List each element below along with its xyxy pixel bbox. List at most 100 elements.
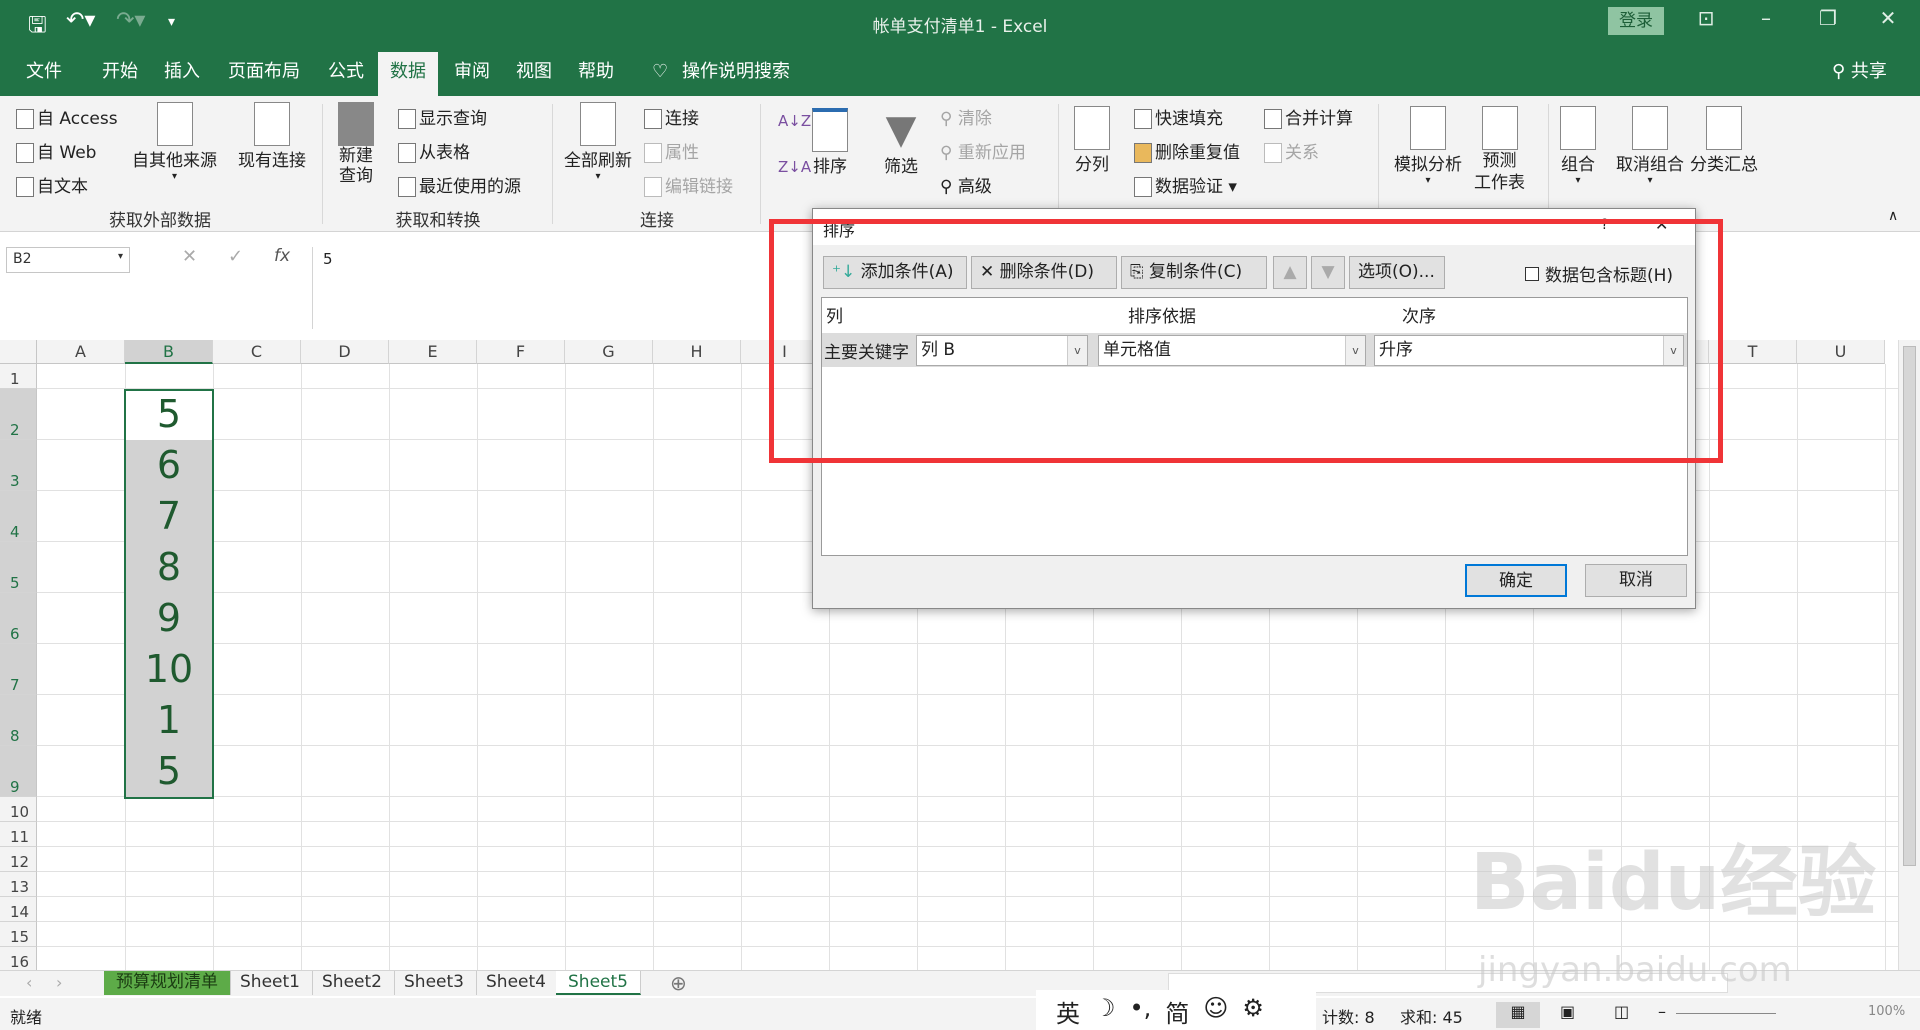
sheet-tab[interactable]: Sheet3 xyxy=(392,971,477,995)
row-header-3[interactable]: 3 xyxy=(0,440,37,491)
ime-simplified[interactable]: 简 xyxy=(1165,994,1189,1028)
tab-file[interactable]: 文件 xyxy=(14,52,74,96)
row-header-9[interactable]: 9 xyxy=(0,746,37,797)
page-break-view-icon[interactable]: ◫ xyxy=(1614,1002,1629,1021)
minimize-icon[interactable]: – xyxy=(1746,6,1786,30)
cancel-button[interactable]: 取消 xyxy=(1585,564,1687,597)
emoji-icon[interactable]: ☺ xyxy=(1203,994,1228,1026)
from-table-button[interactable]: 从表格 xyxy=(398,138,470,163)
moon-icon[interactable]: ☽ xyxy=(1094,994,1116,1026)
column-header-E[interactable]: E xyxy=(389,340,477,364)
tab-home[interactable]: 开始 xyxy=(90,52,150,96)
filter-button[interactable]: ▼ 筛选 xyxy=(884,108,918,177)
from-text-button[interactable]: 自文本 xyxy=(16,172,88,197)
ungroup-button[interactable]: 取消组合 ▾ xyxy=(1616,106,1684,186)
other-sources-button[interactable]: 自其他来源 ▾ xyxy=(132,102,217,182)
row-header-15[interactable]: 15 xyxy=(0,922,37,947)
scroll-thumb[interactable] xyxy=(1903,346,1916,866)
normal-view-icon[interactable]: ▦ xyxy=(1496,1002,1540,1028)
ime-toolbar[interactable]: 英 ☽ •, 简 ☺ ⚙ xyxy=(1036,990,1316,1030)
advanced-filter-button[interactable]: ⚲ 高级 xyxy=(940,172,992,197)
sheet-tab[interactable]: Sheet5 xyxy=(556,971,641,995)
row-header-11[interactable]: 11 xyxy=(0,822,37,847)
settings-icon[interactable]: ⚙ xyxy=(1242,994,1264,1026)
from-access-button[interactable]: 自 Access xyxy=(16,104,118,129)
ime-english[interactable]: 英 xyxy=(1056,994,1080,1028)
next-sheet-icon[interactable]: › xyxy=(56,973,62,992)
data-validation-button[interactable]: 数据验证 ▾ xyxy=(1134,172,1237,197)
recent-sources-button[interactable]: 最近使用的源 xyxy=(398,172,521,197)
row-header-4[interactable]: 4 xyxy=(0,491,37,542)
row-header-16[interactable]: 16 xyxy=(0,947,37,972)
consolidate-button[interactable]: 合并计算 xyxy=(1264,104,1353,129)
share-button[interactable]: ⚲ 共享 xyxy=(1820,52,1899,96)
zoom-out-icon[interactable]: – xyxy=(1658,1002,1666,1021)
punctuation-icon[interactable]: •, xyxy=(1130,994,1152,1026)
tab-data[interactable]: 数据 xyxy=(378,52,438,96)
close-icon[interactable]: ✕ xyxy=(1868,6,1908,30)
from-web-button[interactable]: 自 Web xyxy=(16,138,96,163)
properties-button[interactable]: 属性 xyxy=(644,138,699,163)
connections-button[interactable]: 连接 xyxy=(644,104,699,129)
column-header-B[interactable]: B xyxy=(125,340,213,364)
restore-icon[interactable]: ❐ xyxy=(1808,6,1848,30)
sort-button[interactable]: 排序 xyxy=(812,108,848,177)
column-header-H[interactable]: H xyxy=(653,340,741,364)
sheet-tab[interactable]: Sheet1 xyxy=(228,971,313,995)
login-button[interactable]: 登录 xyxy=(1608,7,1664,35)
column-header-F[interactable]: F xyxy=(477,340,565,364)
tab-view[interactable]: 视图 xyxy=(504,52,564,96)
row-header-14[interactable]: 14 xyxy=(0,897,37,922)
relationships-button[interactable]: 关系 xyxy=(1264,138,1319,163)
text-to-columns-button[interactable]: 分列 xyxy=(1074,106,1110,175)
row-header-1[interactable]: 1 xyxy=(0,364,37,389)
column-header-C[interactable]: C xyxy=(213,340,301,364)
tab-insert[interactable]: 插入 xyxy=(152,52,212,96)
name-box[interactable]: B2 ▾ xyxy=(6,247,130,273)
row-header-7[interactable]: 7 xyxy=(0,644,37,695)
row-header-5[interactable]: 5 xyxy=(0,542,37,593)
forecast-sheet-button[interactable]: 预测 工作表 xyxy=(1474,106,1525,194)
group-button[interactable]: 组合 ▾ xyxy=(1560,106,1596,186)
new-query-button[interactable]: 新建 查询 xyxy=(338,102,374,186)
sheet-tab[interactable]: Sheet4 xyxy=(474,971,559,995)
vertical-scrollbar[interactable] xyxy=(1898,340,1920,970)
zoom-slider[interactable] xyxy=(1676,1013,1776,1014)
sheet-tab[interactable]: Sheet2 xyxy=(310,971,395,995)
column-header-G[interactable]: G xyxy=(565,340,653,364)
row-header-6[interactable]: 6 xyxy=(0,593,37,644)
refresh-all-button[interactable]: 全部刷新 ▾ xyxy=(564,102,632,182)
row-header-10[interactable]: 10 xyxy=(0,797,37,822)
column-header-U[interactable]: U xyxy=(1797,340,1885,364)
tab-formulas[interactable]: 公式 xyxy=(316,52,376,96)
what-if-button[interactable]: 模拟分析 ▾ xyxy=(1394,106,1462,186)
cancel-icon[interactable]: ✕ xyxy=(182,246,197,267)
row-header-12[interactable]: 12 xyxy=(0,847,37,872)
collapse-ribbon-icon[interactable]: ∧ xyxy=(1888,208,1898,224)
prev-sheet-icon[interactable]: ‹ xyxy=(26,973,32,992)
sort-z-a-icon[interactable]: Z↓A xyxy=(778,158,811,176)
tell-me-search[interactable]: 操作说明搜索 xyxy=(670,52,802,96)
clear-filter-button[interactable]: ⚲ 清除 xyxy=(940,104,992,129)
row-header-2[interactable]: 2 xyxy=(0,389,37,440)
sort-a-z-icon[interactable]: A↓Z xyxy=(778,112,811,130)
subtotal-button[interactable]: 分类汇总 xyxy=(1690,106,1758,175)
edit-links-button[interactable]: 编辑链接 xyxy=(644,172,733,197)
column-header-A[interactable]: A xyxy=(37,340,125,364)
flash-fill-button[interactable]: 快速填充 xyxy=(1134,104,1223,129)
page-layout-view-icon[interactable]: ▣ xyxy=(1560,1002,1575,1021)
row-header-8[interactable]: 8 xyxy=(0,695,37,746)
reapply-button[interactable]: ⚲ 重新应用 xyxy=(940,138,1026,163)
tab-help[interactable]: 帮助 xyxy=(566,52,626,96)
column-header-D[interactable]: D xyxy=(301,340,389,364)
row-header-13[interactable]: 13 xyxy=(0,872,37,897)
show-queries-button[interactable]: 显示查询 xyxy=(398,104,487,129)
enter-icon[interactable]: ✓ xyxy=(228,246,243,267)
remove-duplicates-button[interactable]: 删除重复值 xyxy=(1134,138,1240,163)
add-sheet-icon[interactable]: ⊕ xyxy=(670,971,687,995)
insert-function-button[interactable]: fx xyxy=(274,246,290,266)
tab-page-layout[interactable]: 页面布局 xyxy=(216,52,312,96)
existing-connections-button[interactable]: 现有连接 xyxy=(238,102,306,171)
ribbon-display-icon[interactable]: ⊡ xyxy=(1686,6,1726,30)
sheet-tab[interactable]: 预算规划清单 xyxy=(104,971,231,995)
